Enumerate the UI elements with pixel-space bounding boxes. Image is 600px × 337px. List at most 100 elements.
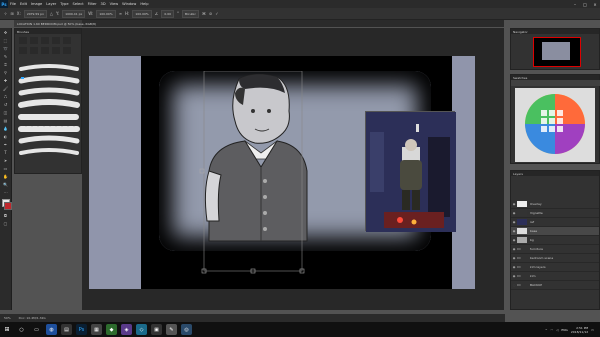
edit-toolbar-icon[interactable]: ⋯ [2,189,9,196]
layer-group-row[interactable]: ◉ ▭ furniture [511,245,599,254]
clock[interactable]: 2:51 PM 2018/11/12 [571,326,588,334]
app-icon[interactable]: ◎ [181,324,192,335]
menu-edit[interactable]: Edit [18,2,29,6]
menu-select[interactable]: Select [71,2,86,6]
brush-tool-icon[interactable]: 🖌 [2,85,9,92]
language-indicator[interactable]: ENG [561,328,567,332]
layer-row[interactable]: ◉ bg [511,236,599,245]
menu-view[interactable]: View [108,2,121,6]
menu-filter[interactable]: Filter [86,2,99,6]
app-icon[interactable]: ◇ [136,324,147,335]
layer-group-row[interactable]: ◌ ▭ BACKUP [511,281,599,290]
app-icon[interactable]: ▦ [91,324,102,335]
quick-mask-icon[interactable]: ◘ [2,212,9,219]
commit-icon[interactable]: ✓ [215,11,218,16]
document-tab[interactable]: LOCATION 1.60 BEDROOM.psd @ 50% (base, R… [14,20,96,27]
cancel-icon[interactable]: ⊘ [209,11,212,16]
dodge-tool-icon[interactable]: ◐ [2,133,9,140]
tray-chevron-icon[interactable]: ^ [545,328,548,332]
layer-row[interactable]: ◉ ref [511,218,599,227]
menu-layer[interactable]: Layer [44,2,58,6]
zoom-tool-icon[interactable]: 🔍 [2,181,9,188]
chrome-icon[interactable]: ◍ [46,324,57,335]
network-icon[interactable]: ◠ [550,328,553,332]
layer-group-row[interactable]: ◉ ▭ kim layers [511,263,599,272]
x-field[interactable]: 2079.59 px [23,9,47,18]
menu-file[interactable]: File [8,2,18,6]
stamp-tool-icon[interactable]: ⎍ [2,93,9,100]
brush-tip[interactable] [63,37,71,44]
shape-tool-icon[interactable]: ▭ [2,165,9,172]
quick-select-tool-icon[interactable]: ✎ [2,53,9,60]
brush-tip[interactable] [52,37,60,44]
brush-tip[interactable] [41,37,49,44]
layer-thumbnail [517,201,527,207]
search-icon[interactable]: ○ [16,324,27,335]
menu-3d[interactable]: 3D [99,2,108,6]
background-color[interactable] [4,202,12,210]
layer-group-row[interactable]: ◉ ▭ kim [511,272,599,281]
brush-tip[interactable] [30,37,38,44]
y-field[interactable]: 1009.41 px [62,9,86,18]
close-icon[interactable]: × [590,0,600,8]
pen-tool-icon[interactable]: ✒ [2,141,9,148]
app-icon[interactable]: ◆ [106,324,117,335]
healing-tool-icon[interactable]: ✚ [2,77,9,84]
width-field[interactable]: 100.00% [96,9,116,18]
swatch-grid[interactable] [511,80,600,164]
layer-row[interactable]: ◉ Vignette [511,209,599,218]
brush-tip[interactable] [19,47,27,54]
app-icon[interactable]: ◈ [121,324,132,335]
path-select-icon[interactable]: ➤ [2,157,9,164]
brush-tip[interactable] [19,37,27,44]
menu-type[interactable]: Type [58,2,70,6]
photoshop-logo: Ps [0,0,8,8]
screen-mode-icon[interactable]: ▢ [2,220,9,227]
height-field[interactable]: 100.00% [132,9,152,18]
app-icon[interactable]: ▣ [151,324,162,335]
brush-tip[interactable] [30,47,38,54]
gradient-tool-icon[interactable]: ▤ [2,117,9,124]
layer-row-selected[interactable]: ◉ base [511,227,599,236]
menu-image[interactable]: Image [29,2,44,6]
relative-icon[interactable]: △ [50,11,53,16]
transform-icon[interactable]: ⊹ [4,11,7,16]
link-icon[interactable]: ∞ [119,11,122,16]
marquee-tool-icon[interactable]: ⬚ [2,37,9,44]
brush-tip[interactable] [52,47,60,54]
volume-icon[interactable]: ◁ [556,328,558,332]
navigator-panel: Navigator [510,28,600,70]
layer-group-row[interactable]: ◉ ▭ bedroom scene [511,254,599,263]
warp-icon[interactable]: ⌘ [202,11,206,16]
eraser-tool-icon[interactable]: ◫ [2,109,9,116]
move-tool-icon[interactable]: ✥ [2,29,9,36]
eyedropper-tool-icon[interactable]: ⚲ [2,69,9,76]
reference-point-icon[interactable]: ⊞ [10,11,13,16]
lasso-tool-icon[interactable]: ➰ [2,45,9,52]
app-icon[interactable]: ✎ [166,324,177,335]
minimize-icon[interactable]: – [570,0,580,8]
angle-field[interactable]: 0.00 [161,9,175,18]
document-canvas[interactable] [89,56,475,289]
menu-window[interactable]: Window [120,2,138,6]
task-view-icon[interactable]: ▭ [31,324,42,335]
navigator-panel-title: Navigator [511,29,599,34]
notifications-icon[interactable]: ▭ [591,328,594,332]
navigator-preview[interactable] [533,37,581,67]
explorer-icon[interactable]: ▤ [61,324,72,335]
brush-tip[interactable] [41,47,49,54]
interpolation-select[interactable]: Bicubic [182,9,199,18]
maximize-icon[interactable]: □ [580,0,590,8]
type-tool-icon[interactable]: T [2,149,9,156]
blur-tool-icon[interactable]: 💧 [2,125,9,132]
color-swatches[interactable] [0,197,12,211]
photoshop-taskbar-icon[interactable]: Ps [76,324,87,335]
brush-tip[interactable] [63,47,71,54]
history-brush-icon[interactable]: ↺ [2,101,9,108]
zoom-level[interactable]: 50% [4,316,11,320]
layer-row[interactable]: ◉ Overlay [511,200,599,209]
hand-tool-icon[interactable]: ✋ [2,173,9,180]
windows-start-icon[interactable]: ⊞ [0,322,14,337]
menu-help[interactable]: Help [138,2,150,6]
crop-tool-icon[interactable]: ⌗ [2,61,9,68]
